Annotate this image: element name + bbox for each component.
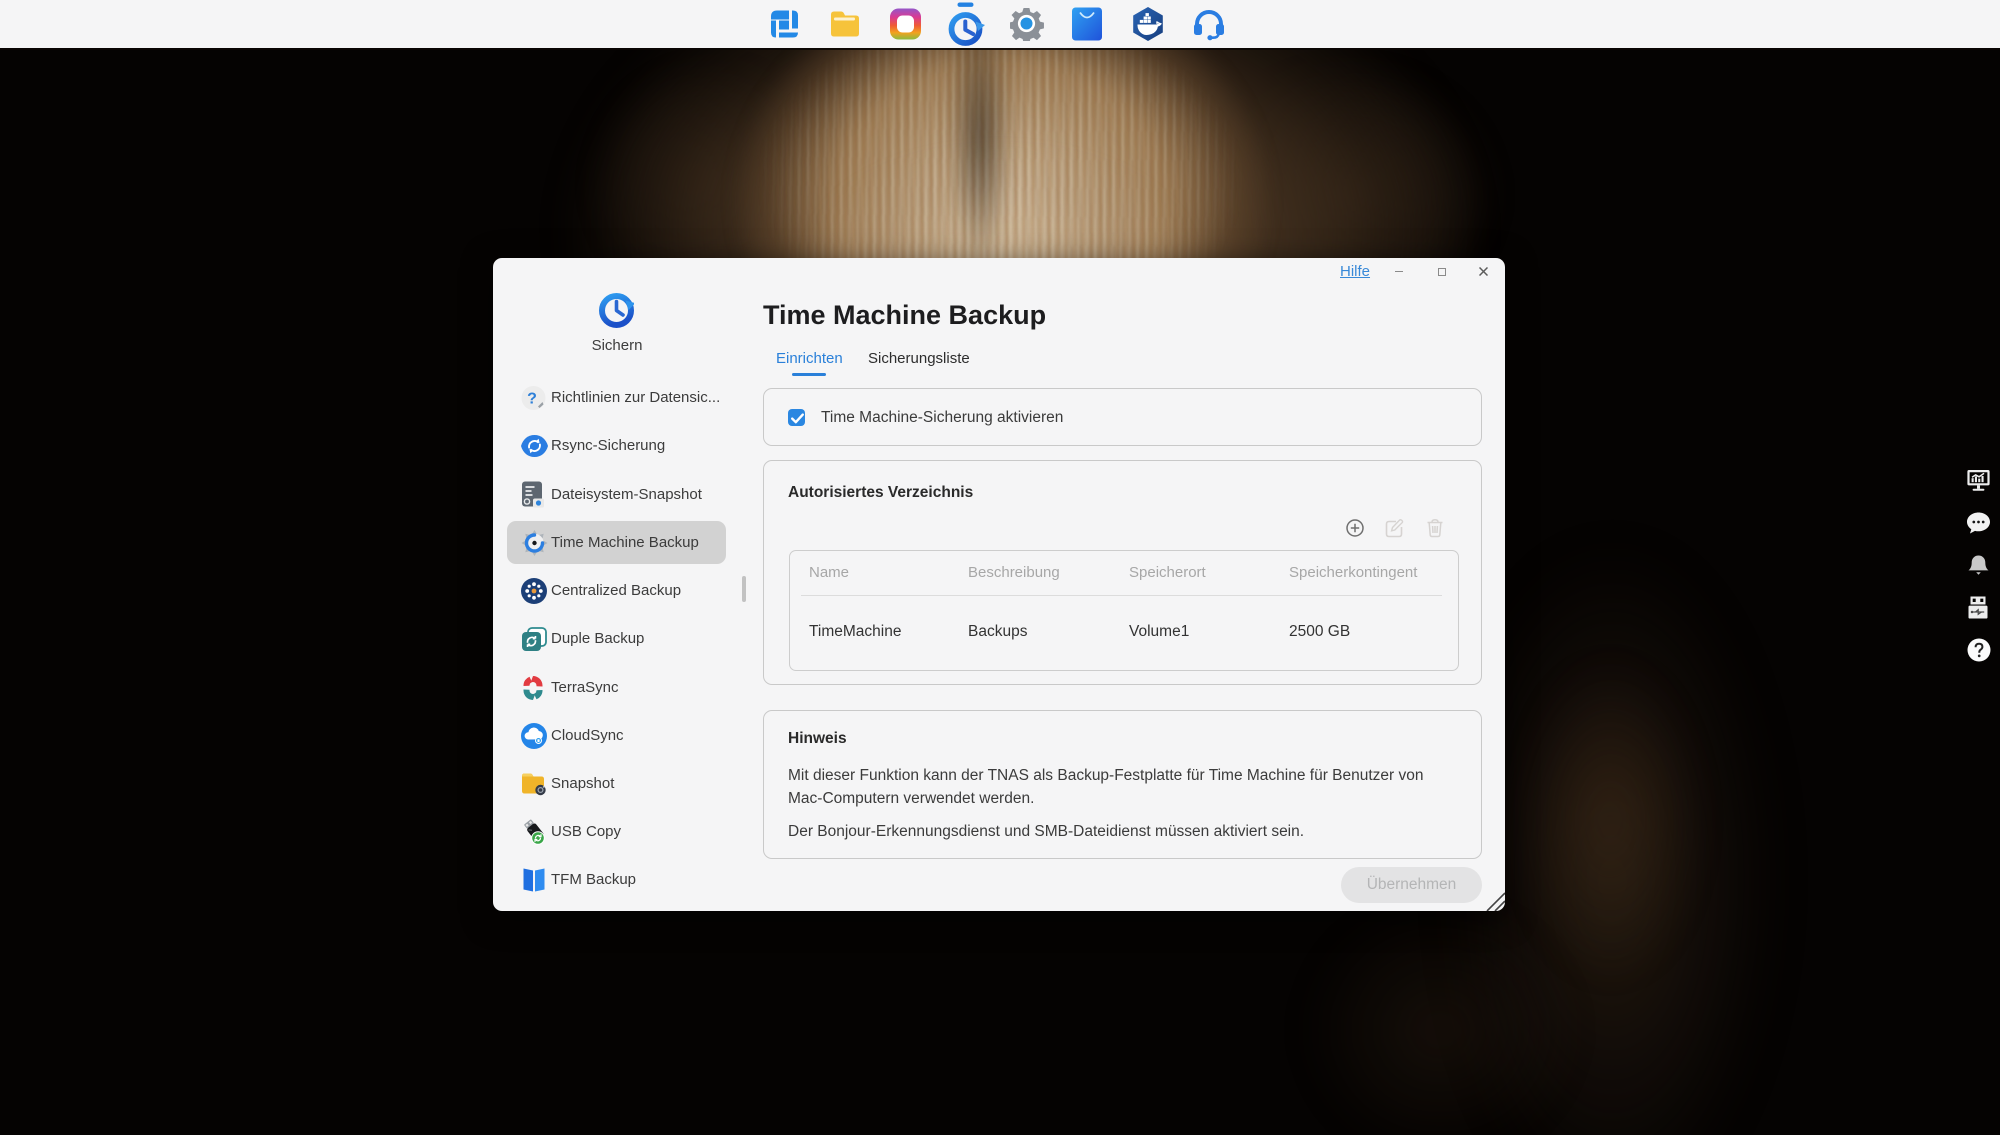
svg-text:?: ? (527, 390, 537, 407)
